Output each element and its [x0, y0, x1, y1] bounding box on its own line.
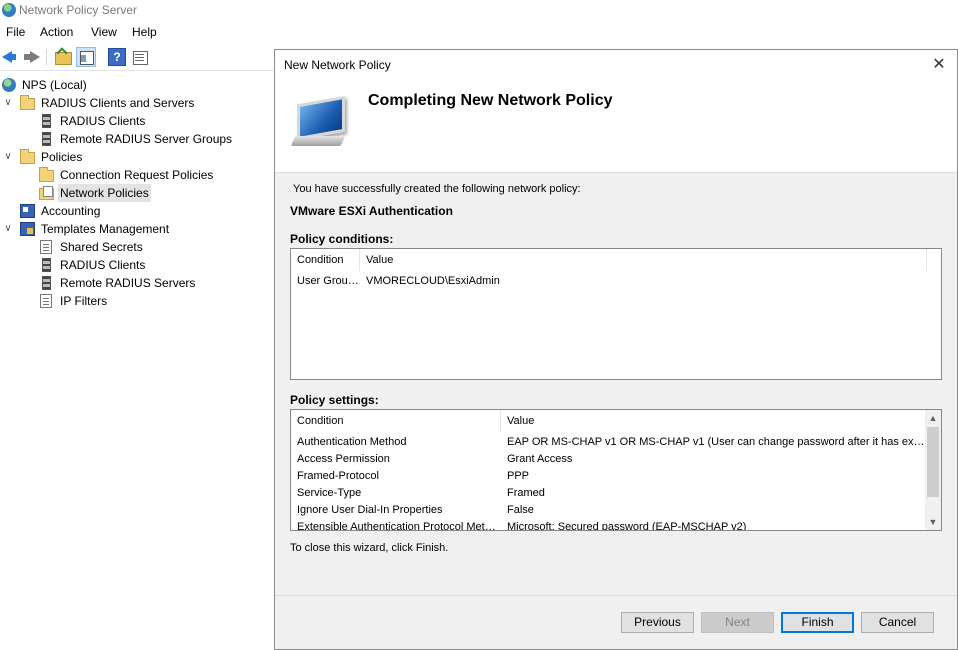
accounting-icon [20, 204, 35, 218]
window-title: Network Policy Server [19, 3, 138, 17]
document-icon [40, 240, 52, 254]
table-row[interactable]: Service-Type Framed [291, 485, 925, 502]
finish-button[interactable]: Finish [781, 612, 854, 633]
cell-value: Microsoft: Secured password (EAP-MSCHAP … [507, 521, 747, 531]
policy-conditions-list[interactable]: Condition Value User Groups VMORECLOUD\E… [290, 248, 942, 380]
chevron-down-icon[interactable]: ∨ [3, 94, 13, 112]
console-tree: NPS (Local) ∨ RADIUS Clients and Servers… [0, 76, 274, 650]
up-one-level-icon[interactable] [54, 48, 72, 66]
policy-settings-list[interactable]: Condition Value Authentication Method EA… [290, 409, 942, 531]
nps-globe-icon [2, 78, 16, 92]
success-message: You have successfully created the follow… [293, 183, 581, 195]
close-icon[interactable]: ✕ [927, 54, 951, 76]
table-row[interactable]: Access Permission Grant Access [291, 451, 925, 468]
cell-value: False [507, 504, 534, 516]
window-titlebar: Network Policy Server [0, 0, 958, 22]
menu-file[interactable]: File [6, 25, 25, 39]
cell-condition: User Groups [297, 275, 359, 287]
column-header-condition[interactable]: Condition [291, 410, 501, 432]
previous-button[interactable]: Previous [621, 612, 694, 633]
folder-icon [20, 149, 35, 164]
table-row[interactable]: Ignore User Dial-In Properties False [291, 502, 925, 519]
server-icon [42, 276, 51, 290]
document-icon [40, 294, 52, 308]
cell-condition: Authentication Method [297, 436, 407, 448]
properties-icon[interactable] [131, 48, 149, 66]
cell-value: VMORECLOUD\EsxiAdmin [366, 275, 500, 287]
scroll-down-icon[interactable]: ▼ [925, 514, 941, 530]
network-policies-folder-icon [39, 186, 54, 200]
show-hide-console-tree-icon[interactable] [76, 47, 96, 67]
back-arrow-icon[interactable] [0, 48, 18, 66]
cell-condition: Ignore User Dial-In Properties [297, 504, 443, 516]
cell-value: Framed [507, 487, 545, 499]
table-row[interactable]: Framed-Protocol PPP [291, 468, 925, 485]
new-network-policy-dialog: New Network Policy ✕ Completing New Netw… [274, 49, 958, 650]
help-icon[interactable]: ? [108, 48, 126, 66]
cell-condition: Framed-Protocol [297, 470, 379, 482]
chevron-down-icon[interactable]: ∨ [3, 220, 13, 238]
menu-bar: File Action View Help [0, 22, 958, 42]
next-button[interactable]: Next [701, 612, 774, 633]
toolbar-separator [46, 49, 47, 65]
menu-help[interactable]: Help [132, 25, 157, 39]
policy-settings-label: Policy settings: [290, 393, 379, 407]
table-row[interactable]: Authentication Method EAP OR MS-CHAP v1 … [291, 434, 925, 451]
close-instructions: To close this wizard, click Finish. [290, 542, 449, 554]
templates-icon [20, 222, 35, 236]
scrollbar-thumb[interactable] [927, 427, 939, 497]
cancel-button[interactable]: Cancel [861, 612, 934, 633]
list-header: Condition Value [291, 249, 941, 272]
list-header: Condition Value [291, 410, 941, 433]
wizard-header: Completing New Network Policy [275, 80, 957, 173]
computer-monitor-icon [290, 95, 353, 148]
menu-action[interactable]: Action [40, 25, 73, 39]
column-header-value[interactable]: Value [360, 249, 927, 271]
policy-conditions-label: Policy conditions: [290, 232, 394, 246]
dialog-title: New Network Policy [284, 58, 391, 72]
vertical-scrollbar[interactable]: ▲ ▼ [925, 410, 941, 530]
cell-value: Grant Access [507, 453, 573, 465]
table-row[interactable]: Extensible Authentication Protocol Metho… [291, 519, 925, 531]
server-icon [42, 114, 51, 128]
server-icon [42, 258, 51, 272]
cell-value: EAP OR MS-CHAP v1 OR MS-CHAP v1 (User ca… [507, 436, 925, 448]
scroll-up-icon[interactable]: ▲ [925, 410, 941, 426]
column-header-condition[interactable]: Condition [291, 249, 360, 271]
policy-name: VMware ESXi Authentication [290, 204, 453, 218]
dialog-titlebar: New Network Policy ✕ [275, 50, 957, 80]
cell-condition: Service-Type [297, 487, 362, 499]
folder-icon [39, 167, 54, 182]
cell-value: PPP [507, 470, 530, 482]
column-header-value[interactable]: Value [501, 410, 925, 432]
folder-icon [20, 95, 35, 110]
forward-arrow-icon[interactable] [22, 48, 40, 66]
cell-condition: Extensible Authentication Protocol Metho… [297, 521, 501, 531]
footer-divider [275, 595, 957, 596]
chevron-down-icon[interactable]: ∨ [3, 148, 13, 166]
menu-view[interactable]: View [91, 25, 117, 39]
nps-globe-icon [2, 3, 16, 17]
cell-condition: Access Permission [297, 453, 390, 465]
server-icon [42, 132, 51, 146]
wizard-heading: Completing New Network Policy [368, 92, 613, 109]
table-row[interactable]: User Groups VMORECLOUD\EsxiAdmin [291, 273, 941, 290]
